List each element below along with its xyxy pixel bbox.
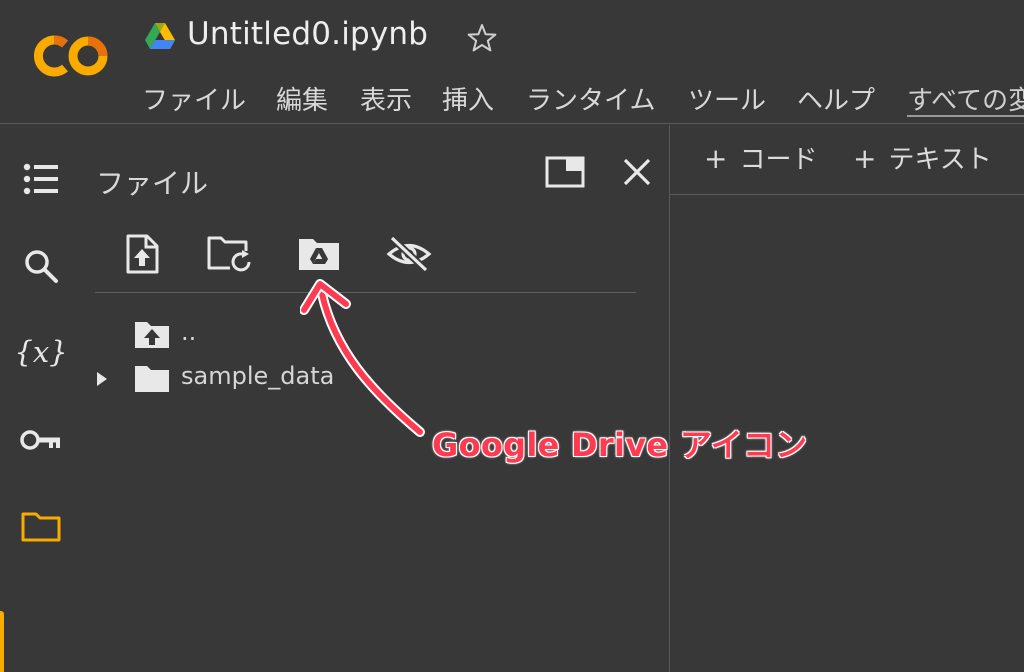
- panel-divider[interactable]: [669, 125, 670, 672]
- refresh-folder-icon[interactable]: [205, 230, 253, 278]
- notebook-title[interactable]: Untitled0.ipynb: [187, 16, 428, 52]
- menu-item-tools[interactable]: ツール: [688, 80, 766, 117]
- tree-label-parent: ..: [181, 318, 197, 346]
- table-of-contents-icon[interactable]: [20, 158, 62, 200]
- add-code-plus: +: [704, 142, 728, 175]
- google-drive-logo-icon: [145, 23, 175, 49]
- menu-item-file[interactable]: ファイル: [142, 80, 246, 117]
- open-in-tab-icon[interactable]: [542, 152, 588, 192]
- close-icon[interactable]: [614, 150, 660, 194]
- parent-folder-icon: [135, 322, 169, 348]
- left-rail: {x}: [0, 125, 78, 672]
- rail-active-indicator: [0, 611, 4, 672]
- secrets-key-icon[interactable]: [20, 419, 62, 461]
- folder-icon: [135, 366, 169, 392]
- menu-item-help[interactable]: ヘルプ: [797, 80, 875, 117]
- menu-item-runtime[interactable]: ランタイム: [526, 80, 655, 117]
- menu-item-insert[interactable]: 挿入: [442, 80, 494, 117]
- variables-label: {x}: [14, 335, 68, 369]
- star-icon[interactable]: [466, 22, 498, 54]
- menu-item-edit[interactable]: 編集: [276, 80, 328, 117]
- add-text-button[interactable]: + テキスト: [853, 139, 992, 176]
- expand-caret-icon[interactable]: [95, 371, 109, 387]
- annotation-label: Google Drive アイコン: [432, 426, 808, 464]
- folder-icon[interactable]: [20, 505, 62, 547]
- add-code-label: コード: [739, 145, 818, 175]
- menu-item-view[interactable]: 表示: [360, 80, 412, 117]
- colab-logo-icon[interactable]: [28, 30, 112, 82]
- search-icon[interactable]: [20, 245, 62, 287]
- app-header: Untitled0.ipynb ファイル 編集 表示 挿入 ランタイム ツール …: [0, 0, 1024, 124]
- add-text-plus: +: [853, 142, 877, 175]
- menu-item-all-changes[interactable]: すべての変: [907, 80, 1024, 117]
- variables-icon[interactable]: {x}: [14, 331, 67, 373]
- upload-file-icon[interactable]: [118, 230, 166, 278]
- annotation-arrow: [300, 279, 425, 437]
- add-text-label: テキスト: [888, 145, 992, 175]
- notebook-toolbar: + コード + テキスト: [670, 125, 1024, 195]
- file-panel-title: ファイル: [96, 167, 209, 200]
- add-code-button[interactable]: + コード: [704, 139, 817, 176]
